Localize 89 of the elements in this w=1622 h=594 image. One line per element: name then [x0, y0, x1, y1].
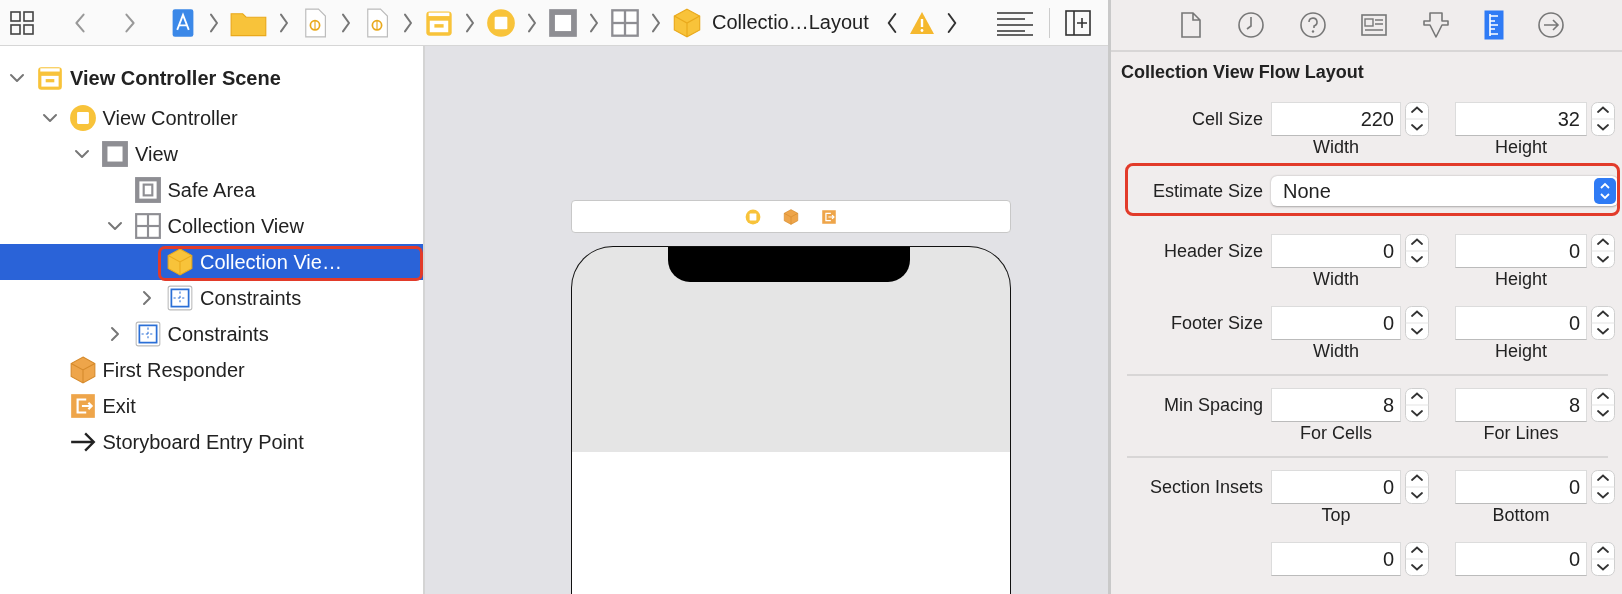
number-field[interactable]: 32 [1455, 102, 1587, 136]
field-caption: Height [1494, 268, 1548, 290]
constraints-icon [133, 320, 162, 348]
cube-icon [672, 7, 702, 38]
ruler-icon[interactable] [1483, 10, 1504, 40]
stepper[interactable] [1591, 542, 1615, 576]
outline-label: Collection Vie… [200, 250, 342, 274]
outline-label: Safe Area [167, 178, 256, 202]
number-field[interactable]: 0 [1271, 470, 1401, 504]
outline-row[interactable]: Collection View [0, 208, 423, 244]
stepper[interactable] [1591, 470, 1615, 504]
outline-row[interactable]: Safe Area [0, 172, 423, 208]
popup-button[interactable]: None [1271, 176, 1618, 206]
number-field[interactable]: 0 [1271, 542, 1401, 576]
outline-row[interactable]: Constraints [0, 280, 423, 316]
field-label: Header Size [1162, 240, 1264, 262]
field-label: Section Insets [1148, 476, 1264, 498]
stepper[interactable] [1591, 306, 1615, 340]
outline-row[interactable]: Collection Vie… [0, 244, 423, 280]
outline-label: View Controller [102, 106, 238, 130]
field-caption: Height [1494, 136, 1548, 158]
outline-label: Collection View [167, 214, 304, 238]
outline-row[interactable]: Constraints [0, 316, 423, 352]
cube-icon [68, 356, 97, 384]
identity-card-icon[interactable] [1360, 13, 1389, 37]
outline-label: Constraints [200, 286, 302, 310]
inspector-title: Collection View Flow Layout [1120, 61, 1365, 84]
stepper[interactable] [1591, 234, 1615, 268]
grid-view-icon[interactable] [610, 7, 640, 38]
number-field[interactable]: 0 [1455, 306, 1587, 340]
stepper[interactable] [1405, 470, 1429, 504]
stepper[interactable] [1591, 388, 1615, 422]
field-label: Cell Size [1190, 108, 1264, 130]
outline-label: Storyboard Entry Point [102, 430, 304, 454]
arrow-circle-icon[interactable] [1537, 11, 1566, 39]
number-field[interactable]: 0 [1455, 470, 1587, 504]
number-field[interactable]: 0 [1271, 306, 1401, 340]
number-field[interactable]: 8 [1271, 388, 1401, 422]
field-caption: For Cells [1299, 422, 1373, 444]
field-label: Estimate Size [1151, 180, 1264, 202]
square-view-icon [101, 140, 129, 168]
outline-row[interactable]: Storyboard Entry Point [0, 424, 423, 460]
clock-icon[interactable] [1237, 11, 1266, 39]
number-field[interactable]: 8 [1455, 388, 1587, 422]
add-editor-icon[interactable] [1063, 8, 1092, 37]
field-caption: Height [1494, 340, 1548, 362]
stepper[interactable] [1591, 102, 1615, 136]
stepper[interactable] [1405, 234, 1429, 268]
outline-label: Constraints [167, 322, 269, 346]
outline-row[interactable]: View [0, 136, 423, 172]
stepper[interactable] [1405, 542, 1429, 576]
number-field[interactable]: 220 [1271, 102, 1401, 136]
outline-row[interactable]: Exit [0, 388, 423, 424]
updown-icon [1594, 178, 1616, 204]
outline-label: Exit [102, 394, 136, 418]
number-field[interactable]: 0 [1271, 234, 1401, 268]
outline-row[interactable]: View Controller Scene [0, 56, 423, 100]
controller-circle-icon [68, 104, 97, 132]
cube-icon [166, 248, 194, 276]
clapperboard-icon [36, 64, 64, 92]
field-caption: Width [1312, 136, 1360, 158]
help-icon[interactable] [1298, 11, 1327, 39]
square-view-icon[interactable] [548, 7, 578, 38]
outline-label: First Responder [102, 358, 245, 382]
outline-label: View Controller Scene [70, 66, 281, 90]
stepper[interactable] [1405, 388, 1429, 422]
number-field[interactable]: 0 [1455, 542, 1587, 576]
related-items-icon[interactable] [8, 8, 36, 37]
number-field[interactable]: 0 [1455, 234, 1587, 268]
outline-label: View [135, 142, 178, 166]
field-label: Min Spacing [1162, 394, 1264, 416]
cube-icon[interactable] [783, 208, 799, 225]
field-caption: Width [1312, 340, 1360, 362]
constraints-icon [166, 284, 194, 312]
attributes-icon[interactable] [1422, 11, 1451, 39]
grid-view-icon [133, 212, 162, 240]
stepper[interactable] [1405, 306, 1429, 340]
field-caption: Top [1320, 504, 1352, 526]
field-label: Footer Size [1169, 312, 1264, 334]
field-caption: For Lines [1482, 422, 1560, 444]
field-caption: Bottom [1491, 504, 1551, 526]
field-caption: Width [1312, 268, 1360, 290]
exit-icon [68, 392, 97, 420]
stepper[interactable] [1405, 102, 1429, 136]
outline-row[interactable]: First Responder [0, 352, 423, 388]
lines-icon[interactable] [994, 9, 1035, 36]
breadcrumb-item[interactable]: Collectio…Layout [672, 7, 869, 38]
safe-area-icon [133, 176, 162, 204]
outline-row[interactable]: View Controller [0, 100, 423, 136]
